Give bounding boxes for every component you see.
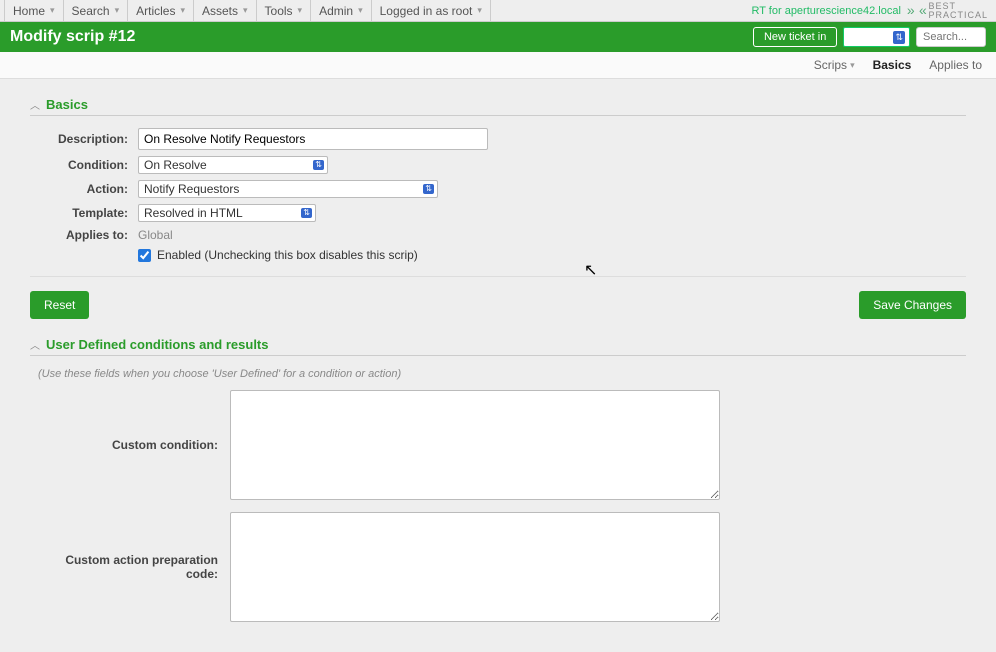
logo-chevrons-icon: » (907, 6, 916, 15)
tab-scrips[interactable]: Scrips▾ (814, 58, 855, 72)
updown-icon: ⇅ (301, 208, 312, 218)
menu-logged-in[interactable]: Logged in as root▾ (372, 0, 491, 21)
enabled-label: Enabled (Unchecking this box disables th… (157, 248, 418, 262)
basics-section: ︿ Basics Description: Condition: On Reso… (30, 97, 966, 262)
template-label: Template: (30, 206, 138, 220)
menu-assets[interactable]: Assets▾ (194, 0, 257, 21)
chevron-down-icon: ▾ (298, 5, 303, 16)
applies-to-label: Applies to: (30, 228, 138, 242)
template-select[interactable]: Resolved in HTML ⇅ (138, 204, 316, 222)
queue-select[interactable]: General ⇅ (843, 27, 910, 47)
chevron-down-icon: ▾ (358, 5, 363, 16)
condition-label: Condition: (30, 158, 138, 172)
queue-selected-label: General (848, 31, 887, 43)
tab-basics[interactable]: Basics (873, 58, 912, 72)
action-label: Action: (30, 182, 138, 196)
page-title: Modify scrip #12 (10, 28, 135, 46)
condition-select[interactable]: On Resolve ⇅ (138, 156, 328, 174)
button-row: Reset Save Changes (30, 291, 966, 319)
custom-action-prep-textarea[interactable] (230, 512, 720, 622)
basics-title: Basics (46, 97, 88, 112)
enabled-checkbox[interactable] (138, 249, 151, 262)
best-practical-logo: » » BESTPRACTICAL (907, 2, 988, 20)
menu-home[interactable]: Home▾ (4, 0, 64, 21)
chevron-down-icon: ▾ (477, 5, 482, 16)
user-defined-header: ︿ User Defined conditions and results (30, 337, 966, 356)
custom-condition-textarea[interactable] (230, 390, 720, 500)
collapse-icon[interactable]: ︿ (30, 97, 40, 112)
updown-icon: ⇅ (893, 31, 905, 44)
logo-chevrons-icon: » (918, 6, 927, 15)
action-select[interactable]: Notify Requestors ⇅ (138, 180, 438, 198)
user-defined-hint: (Use these fields when you choose 'User … (38, 368, 966, 380)
updown-icon: ⇅ (423, 184, 434, 194)
chevron-down-icon: ▾ (850, 60, 855, 71)
sub-tabs: Scrips▾ Basics Applies to (0, 52, 996, 79)
description-label: Description: (30, 132, 138, 146)
user-defined-title: User Defined conditions and results (46, 337, 269, 352)
collapse-icon[interactable]: ︿ (30, 337, 40, 352)
save-button[interactable]: Save Changes (859, 291, 966, 319)
chevron-down-icon: ▾ (180, 5, 185, 16)
content-area: ︿ Basics Description: Condition: On Reso… (0, 79, 996, 652)
title-bar: Modify scrip #12 New ticket in General ⇅ (0, 22, 996, 52)
new-ticket-button[interactable]: New ticket in (753, 27, 837, 47)
menu-search[interactable]: Search▾ (64, 0, 129, 21)
top-menu-bar: Home▾ Search▾ Articles▾ Assets▾ Tools▾ A… (0, 0, 996, 22)
applies-to-value: Global (138, 228, 173, 242)
chevron-down-icon: ▾ (50, 5, 55, 16)
basics-header: ︿ Basics (30, 97, 966, 116)
search-input[interactable] (916, 27, 986, 47)
description-input[interactable] (138, 128, 488, 150)
reset-button[interactable]: Reset (30, 291, 89, 319)
rt-instance-label: RT for aperturescience42.local (751, 5, 900, 17)
custom-condition-label: Custom condition: (30, 438, 230, 452)
custom-action-prep-label: Custom action preparation code: (30, 553, 230, 581)
tab-applies-to[interactable]: Applies to (929, 58, 982, 72)
menu-admin[interactable]: Admin▾ (311, 0, 372, 21)
menu-articles[interactable]: Articles▾ (128, 0, 194, 21)
updown-icon: ⇅ (313, 160, 324, 170)
chevron-down-icon: ▾ (115, 5, 120, 16)
user-defined-section: ︿ User Defined conditions and results (U… (30, 337, 966, 622)
menu-tools[interactable]: Tools▾ (257, 0, 312, 21)
separator (30, 276, 966, 277)
chevron-down-icon: ▾ (243, 5, 248, 16)
